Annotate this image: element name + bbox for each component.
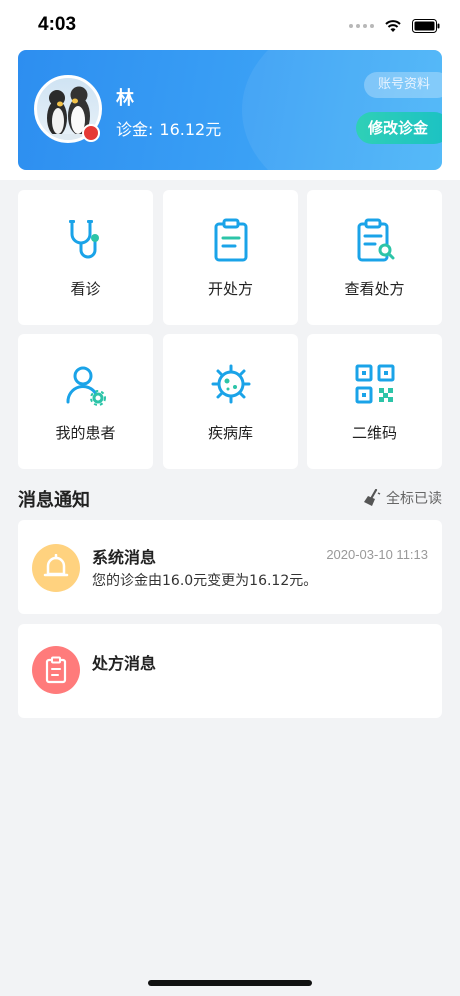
menu-item-label: 查看处方 xyxy=(344,280,405,298)
notification-title: 系统消息 xyxy=(92,548,157,567)
battery-icon xyxy=(412,19,440,33)
prescription-message-avatar xyxy=(32,646,80,694)
system-message-avatar xyxy=(32,544,80,592)
menu-item-consult[interactable]: 看诊 xyxy=(18,190,153,325)
edit-fee-button[interactable]: 修改诊金 xyxy=(355,112,442,144)
account-info-button[interactable]: 账号资料 xyxy=(363,72,442,98)
flag-badge-icon xyxy=(82,124,100,142)
notification-body: 您的诊金由16.0元变更为16.12元。 xyxy=(92,573,318,589)
notification-prescription[interactable]: 处方消息 xyxy=(18,624,442,718)
signal-dots-icon xyxy=(349,24,374,28)
qr-code-icon xyxy=(355,364,395,404)
bell-icon xyxy=(43,554,69,577)
home-indicator[interactable] xyxy=(148,980,312,986)
mark-all-read-button[interactable]: 全标已读 xyxy=(362,488,442,508)
menu-item-label: 我的患者 xyxy=(55,424,116,442)
menu-item-prescribe[interactable]: 开处方 xyxy=(163,190,298,325)
profile-card: 林 诊金: 16.12元 账号资料 修改诊金 xyxy=(18,50,442,170)
menu-item-label: 开处方 xyxy=(207,280,253,298)
menu-item-label: 二维码 xyxy=(351,424,397,442)
clipboard-icon xyxy=(45,656,67,684)
broom-icon xyxy=(364,489,381,506)
notifications-title: 消息通知 xyxy=(18,490,90,511)
menu-item-my-patients[interactable]: 我的患者 xyxy=(18,334,153,469)
clipboard-icon xyxy=(214,218,248,262)
menu-item-disease-library[interactable]: 疾病库 xyxy=(163,334,298,469)
stethoscope-icon xyxy=(69,220,99,259)
doctor-name: 林 xyxy=(116,88,134,109)
virus-icon xyxy=(211,364,251,404)
mark-all-read-label: 全标已读 xyxy=(386,491,442,507)
status-time: 4:03 xyxy=(38,14,77,35)
card-decoration xyxy=(242,50,442,170)
fee-value: 16.12元 xyxy=(159,120,222,139)
notification-time: 2020-03-10 11:13 xyxy=(326,547,428,562)
menu-item-label: 看诊 xyxy=(70,280,101,298)
wifi-icon xyxy=(385,20,401,32)
status-bar: 4:03 xyxy=(0,0,460,52)
menu-item-qr-code[interactable]: 二维码 xyxy=(307,334,442,469)
status-icons xyxy=(349,18,440,34)
patient-icon xyxy=(66,366,106,406)
menu-item-label: 疾病库 xyxy=(207,424,253,442)
fee-row: 诊金: 16.12元 xyxy=(116,116,221,140)
notification-system[interactable]: 系统消息 2020-03-10 11:13 您的诊金由16.0元变更为16.12… xyxy=(18,520,442,614)
notification-title: 处方消息 xyxy=(92,654,157,673)
clipboard-search-icon xyxy=(357,218,395,262)
fee-label: 诊金: xyxy=(116,120,154,139)
menu-item-view-prescriptions[interactable]: 查看处方 xyxy=(307,190,442,325)
